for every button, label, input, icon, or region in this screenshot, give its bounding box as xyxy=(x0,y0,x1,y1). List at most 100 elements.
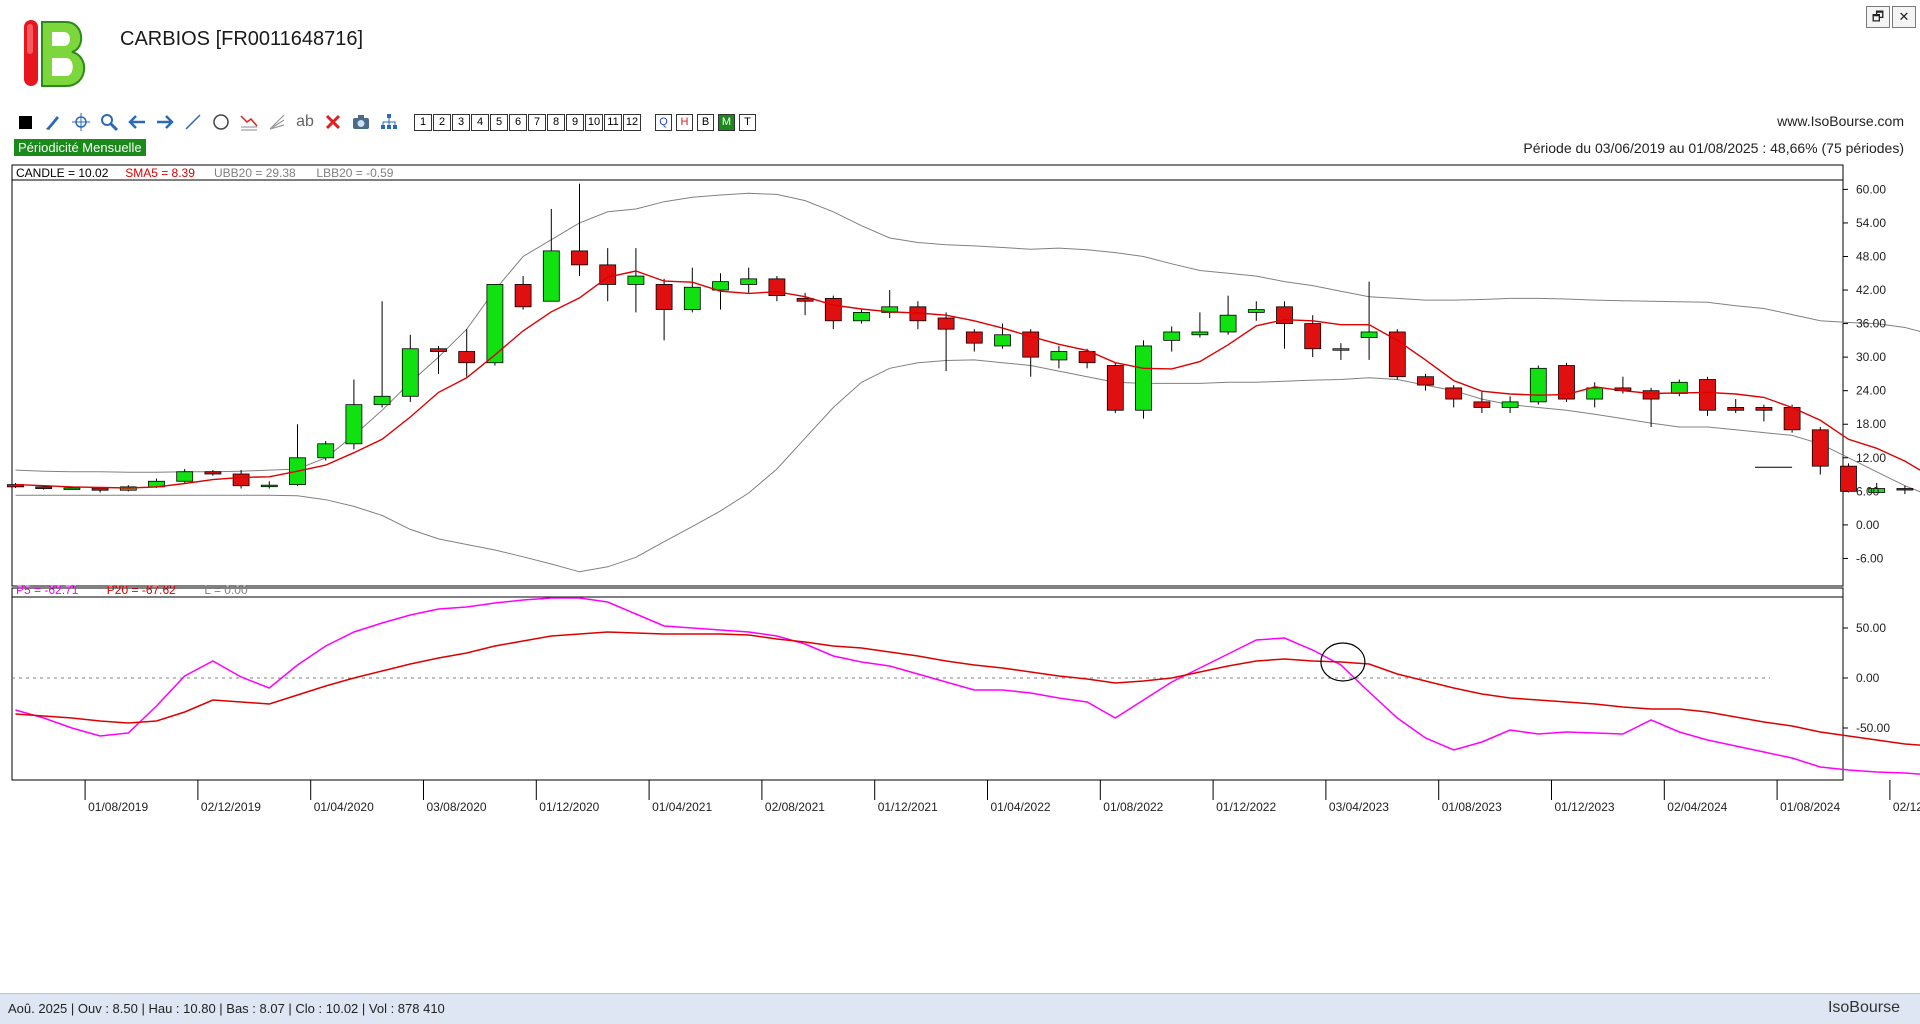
candle-body xyxy=(995,335,1011,346)
price-tick-label: 0.00 xyxy=(1856,518,1880,532)
period-button-b[interactable]: B xyxy=(697,114,714,131)
price-tick-label: 24.00 xyxy=(1856,384,1886,398)
restore-window-button[interactable]: 🗗 xyxy=(1866,6,1890,28)
candle-body xyxy=(572,251,588,265)
price-tick-label: 54.00 xyxy=(1856,216,1886,230)
period-info: Période du 03/06/2019 au 01/08/2025 : 48… xyxy=(1523,140,1904,156)
candle-body xyxy=(1700,380,1716,411)
candle-body xyxy=(938,318,954,329)
candle-body xyxy=(1389,332,1405,377)
x-tick-label: 01/08/2022 xyxy=(1103,800,1163,814)
price-chart[interactable]: 60.0054.0048.0042.0036.0030.0024.0018.00… xyxy=(0,160,1920,992)
circle-icon[interactable] xyxy=(210,111,232,133)
zoom-icon[interactable] xyxy=(98,111,120,133)
candle-body xyxy=(515,284,531,306)
candle-body xyxy=(374,396,390,404)
period-button-q[interactable]: Q xyxy=(655,114,672,131)
period-button-t[interactable]: T xyxy=(739,114,756,131)
x-tick-label: 02/04/2024 xyxy=(1667,800,1727,814)
number-button[interactable]: 3 xyxy=(452,114,470,131)
x-tick-label: 01/12/2023 xyxy=(1555,800,1615,814)
candle-body xyxy=(1671,382,1687,393)
candle-body xyxy=(1446,388,1462,399)
indicator-icon[interactable] xyxy=(238,111,260,133)
arrow-right-icon[interactable] xyxy=(154,111,176,133)
text-icon[interactable]: ab xyxy=(294,111,316,133)
oscillator-p20-line xyxy=(16,632,1920,748)
price-legend-item: SMA5 = 8.39 xyxy=(125,166,195,180)
number-button[interactable]: 9 xyxy=(566,114,584,131)
price-tick-label: 36.00 xyxy=(1856,317,1886,331)
number-button[interactable]: 5 xyxy=(490,114,508,131)
candle-body xyxy=(402,349,418,397)
candle-body xyxy=(1897,489,1913,491)
candle-body xyxy=(1305,324,1321,349)
x-tick-label: 03/08/2020 xyxy=(427,800,487,814)
candle-body xyxy=(1812,430,1828,466)
number-button[interactable]: 2 xyxy=(433,114,451,131)
candle-body xyxy=(36,487,52,489)
candle-body xyxy=(1643,391,1659,399)
price-legend-item: LBB20 = -0.59 xyxy=(316,166,393,180)
period-button-h[interactable]: H xyxy=(676,114,693,131)
price-tick-label: 12.00 xyxy=(1856,451,1886,465)
x-tick-label: 01/12/2020 xyxy=(539,800,599,814)
line-icon[interactable] xyxy=(182,111,204,133)
candle-body xyxy=(854,312,870,320)
candle-body xyxy=(656,284,672,309)
number-button[interactable]: 8 xyxy=(547,114,565,131)
pencil-icon[interactable] xyxy=(42,111,64,133)
number-button[interactable]: 12 xyxy=(623,114,641,131)
candle-body xyxy=(261,485,277,487)
arrow-left-icon[interactable] xyxy=(126,111,148,133)
oscillator-tick-label: -50.00 xyxy=(1856,721,1890,735)
x-tick-label: 02/08/2021 xyxy=(765,800,825,814)
delete-icon[interactable] xyxy=(322,111,344,133)
x-tick-label: 03/04/2023 xyxy=(1329,800,1389,814)
candle-body xyxy=(1784,407,1800,429)
tree-icon[interactable] xyxy=(378,111,400,133)
ohlc-status: Aoû. 2025 | Ouv : 8.50 | Hau : 10.80 | B… xyxy=(8,1001,445,1016)
drawing-toolbar: ab 1 2 3 4 5 6 7 8 9 10 11 12 Q H B M T xyxy=(14,110,756,134)
number-button[interactable]: 10 xyxy=(585,114,603,131)
number-button[interactable]: 6 xyxy=(509,114,527,131)
candle-body xyxy=(825,298,841,320)
x-tick-label: 01/12/2022 xyxy=(1216,800,1276,814)
number-buttons: 1 2 3 4 5 6 7 8 9 10 11 12 xyxy=(414,114,641,131)
camera-icon[interactable] xyxy=(350,111,372,133)
number-button[interactable]: 11 xyxy=(604,114,622,131)
oscillator-legend-item: P20 = -67.62 xyxy=(107,583,176,597)
candle-body xyxy=(1220,315,1236,332)
square-icon[interactable] xyxy=(14,111,36,133)
oscillator-panel-frame xyxy=(12,588,1843,780)
oscillator-p5-line xyxy=(16,598,1920,775)
isobourse-logo-icon xyxy=(20,18,92,90)
number-button[interactable]: 7 xyxy=(528,114,546,131)
oscillator-tick-label: 50.00 xyxy=(1856,621,1886,635)
candle-body xyxy=(1418,377,1434,385)
number-button[interactable]: 4 xyxy=(471,114,489,131)
status-bar: Aoû. 2025 | Ouv : 8.50 | Hau : 10.80 | B… xyxy=(0,993,1920,1024)
candle-body xyxy=(1756,407,1772,410)
candle-body xyxy=(543,251,559,301)
candle-body xyxy=(1136,346,1152,410)
number-button[interactable]: 1 xyxy=(414,114,432,131)
candle-body xyxy=(205,472,221,474)
close-window-button[interactable]: ✕ xyxy=(1892,6,1916,28)
x-tick-label: 01/08/2023 xyxy=(1442,800,1502,814)
x-tick-label: 01/04/2022 xyxy=(991,800,1051,814)
candle-body xyxy=(1333,349,1349,351)
candle-body xyxy=(1587,388,1603,399)
candle-body xyxy=(1841,466,1857,491)
sma5-line xyxy=(16,271,1920,488)
price-tick-label: 60.00 xyxy=(1856,182,1886,196)
fan-icon[interactable] xyxy=(266,111,288,133)
candle-body xyxy=(1164,332,1180,340)
period-button-m[interactable]: M xyxy=(718,114,735,131)
instrument-title: CARBIOS [FR0011648716] xyxy=(120,28,363,51)
candle-body xyxy=(1361,332,1377,338)
site-url[interactable]: www.IsoBourse.com xyxy=(1777,113,1904,129)
text-tool-label: ab xyxy=(296,113,314,131)
periodicity-badge: Périodicité Mensuelle xyxy=(14,139,146,156)
crosshair-icon[interactable] xyxy=(70,111,92,133)
